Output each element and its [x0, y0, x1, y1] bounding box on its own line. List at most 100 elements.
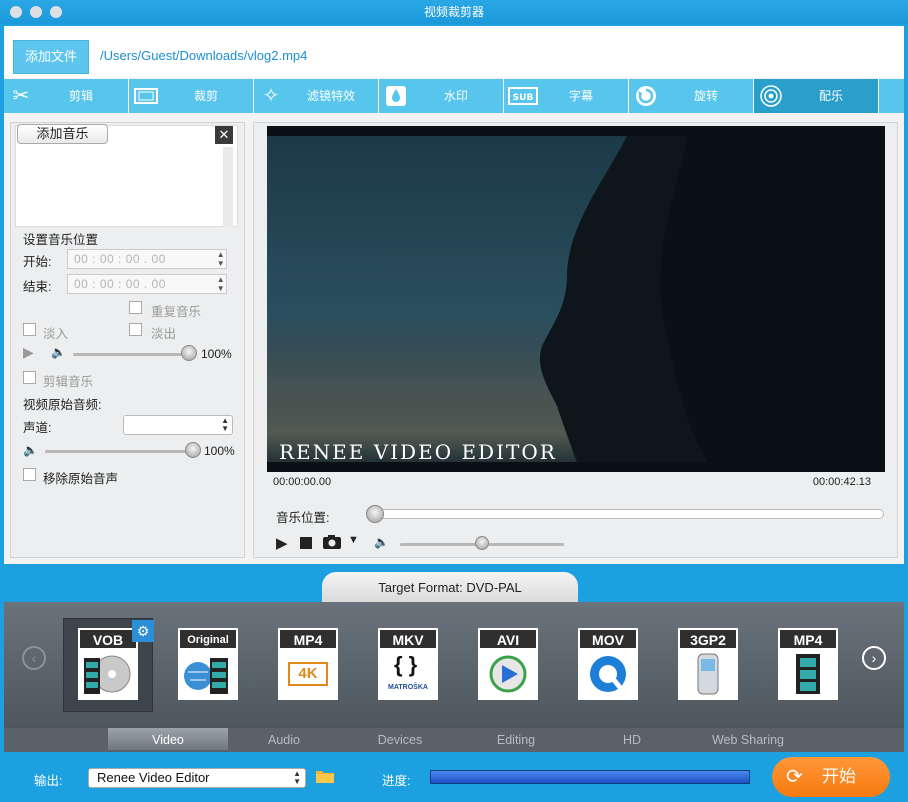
output-label: 输出:: [34, 774, 63, 788]
stop-icon[interactable]: [300, 537, 312, 549]
tool-cut[interactable]: ✂ 剪辑: [4, 79, 129, 113]
start-button[interactable]: ⟳ 开始: [772, 757, 890, 797]
format-tag: 3GP2: [678, 628, 738, 648]
start-time-stepper[interactable]: ▲ ▼: [216, 250, 226, 268]
disc-film-icon: [78, 648, 138, 700]
add-file-button[interactable]: 添加文件: [13, 40, 89, 74]
progress-label: 进度:: [382, 774, 411, 788]
progress-fill: [431, 771, 749, 783]
repeat-music-checkbox[interactable]: [129, 301, 142, 314]
film-strip-icon: [778, 648, 838, 700]
zoom-window-button[interactable]: [50, 6, 62, 18]
tool-crop[interactable]: 裁剪: [129, 79, 254, 113]
phone-icon: [678, 648, 738, 700]
tab-video[interactable]: Video: [108, 728, 228, 750]
tool-label: 裁剪: [193, 89, 218, 103]
video-preview[interactable]: RENEE VIDEO EDITOR: [267, 126, 885, 472]
fade-out-label: 淡出: [151, 327, 177, 341]
format-tag: MP4: [278, 628, 338, 648]
clip-music-label: 剪辑音乐: [43, 375, 94, 389]
original-volume-value: 100%: [204, 444, 235, 458]
edit-toolbar: ✂ 剪辑 裁剪 ✧ 滤镜特效 水印 SUB 字幕 旋转 配乐: [4, 79, 904, 113]
4k-icon: 4K: [278, 648, 338, 700]
target-format-label[interactable]: Target Format: DVD-PAL: [322, 572, 578, 604]
preview-panel: RENEE VIDEO EDITOR 00:00:00.00 00:00:42.…: [253, 122, 898, 558]
tool-watermark[interactable]: 水印: [379, 79, 504, 113]
chevron-down-icon[interactable]: ▼: [348, 534, 359, 546]
repeat-music-label: 重复音乐: [151, 305, 202, 319]
play-music-icon[interactable]: ▶: [23, 344, 34, 361]
tool-label: 旋转: [693, 89, 718, 103]
music-list-scrollbar[interactable]: [223, 147, 233, 227]
globe-film-icon: [178, 648, 238, 700]
minimize-window-button[interactable]: [30, 6, 42, 18]
start-time-label: 开始:: [23, 255, 52, 269]
carousel-next-button[interactable]: ›: [862, 646, 886, 670]
format-mkv[interactable]: MKV { } MATROŠKA: [378, 628, 438, 704]
play-icon[interactable]: ▶: [276, 534, 288, 552]
video-frame-image: [267, 136, 885, 462]
tab-audio[interactable]: Audio: [224, 728, 344, 750]
tab-web-sharing[interactable]: Web Sharing: [688, 728, 808, 750]
player-volume-knob[interactable]: [475, 536, 489, 550]
carousel-prev-button[interactable]: ‹: [22, 646, 46, 670]
camera-icon[interactable]: [322, 534, 344, 553]
clip-music-checkbox[interactable]: [23, 371, 36, 384]
close-window-button[interactable]: [10, 6, 22, 18]
tool-music[interactable]: 配乐: [754, 79, 879, 113]
tool-rotate[interactable]: 旋转: [629, 79, 754, 113]
format-section: Target Format: DVD-PAL ‹ › VOB ⚙ Origina…: [4, 566, 904, 802]
tab-devices[interactable]: Devices: [340, 728, 460, 750]
end-time-input[interactable]: 00 : 00 : 00 . 00 ▲ ▼: [67, 274, 227, 294]
original-volume-track[interactable]: [45, 450, 201, 453]
remove-original-audio-checkbox[interactable]: [23, 468, 36, 481]
format-original[interactable]: Original: [178, 628, 238, 704]
video-watermark-text: RENEE VIDEO EDITOR: [279, 440, 557, 464]
fade-in-checkbox[interactable]: [23, 323, 36, 336]
tab-editing[interactable]: Editing: [456, 728, 576, 750]
format-tag: MOV: [578, 628, 638, 648]
end-time-label: 结束:: [23, 280, 52, 294]
total-time: 00:00:42.13: [812, 476, 871, 488]
original-volume-knob[interactable]: [185, 442, 201, 458]
select-arrows-icon: ▲ ▼: [293, 769, 301, 786]
window-title: 视频裁剪器: [423, 5, 484, 19]
tab-hd[interactable]: HD: [572, 728, 692, 750]
channel-select[interactable]: ▲ ▼: [123, 415, 233, 435]
original-audio-heading: 视频原始音频:: [23, 398, 102, 412]
output-folder-select[interactable]: Renee Video Editor ▲ ▼: [88, 768, 306, 788]
select-arrows-icon: ▲ ▼: [221, 416, 229, 433]
format-avi[interactable]: AVI: [478, 628, 538, 704]
app-body: 添加文件 /Users/Guest/Downloads/vlog2.mp4 ✂ …: [4, 26, 904, 564]
end-time-stepper[interactable]: ▲ ▼: [216, 275, 226, 293]
format-vob[interactable]: VOB: [78, 628, 138, 704]
format-settings-gear-icon[interactable]: ⚙: [132, 620, 154, 642]
tool-label: 字幕: [568, 89, 593, 103]
media-player-icon: [478, 648, 538, 700]
title-bar: 视频裁剪器: [0, 0, 908, 24]
format-tag: VOB: [78, 628, 138, 648]
format-mp4[interactable]: MP4: [778, 628, 838, 704]
music-position-track[interactable]: [366, 509, 884, 519]
remove-music-icon[interactable]: ✕: [215, 126, 233, 144]
progress-bar: [430, 770, 750, 784]
tool-filter[interactable]: ✧ 滤镜特效: [254, 79, 379, 113]
tool-label: 滤镜特效: [306, 89, 355, 103]
tool-subtitle[interactable]: SUB 字幕: [504, 79, 629, 113]
add-music-button[interactable]: 添加音乐: [17, 124, 108, 144]
music-position-knob[interactable]: [366, 505, 384, 523]
folder-icon[interactable]: [316, 769, 334, 786]
output-bar: 输出: Renee Video Editor ▲ ▼ 进度: ⟳ 开始: [4, 752, 904, 802]
music-volume-value: 100%: [201, 347, 232, 361]
tool-label: 水印: [443, 89, 468, 103]
format-mov[interactable]: MOV: [578, 628, 638, 704]
music-volume-track[interactable]: [73, 353, 189, 356]
file-bar: 添加文件 /Users/Guest/Downloads/vlog2.mp4: [4, 26, 904, 78]
format-mp4-4k[interactable]: MP4 4K: [278, 628, 338, 704]
start-time-input[interactable]: 00 : 00 : 00 . 00 ▲ ▼: [67, 249, 227, 269]
music-volume-knob[interactable]: [181, 345, 197, 361]
fade-in-label: 淡入: [43, 327, 69, 341]
current-time: 00:00:00.00: [273, 476, 332, 488]
fade-out-checkbox[interactable]: [129, 323, 142, 336]
format-3gp2[interactable]: 3GP2: [678, 628, 738, 704]
